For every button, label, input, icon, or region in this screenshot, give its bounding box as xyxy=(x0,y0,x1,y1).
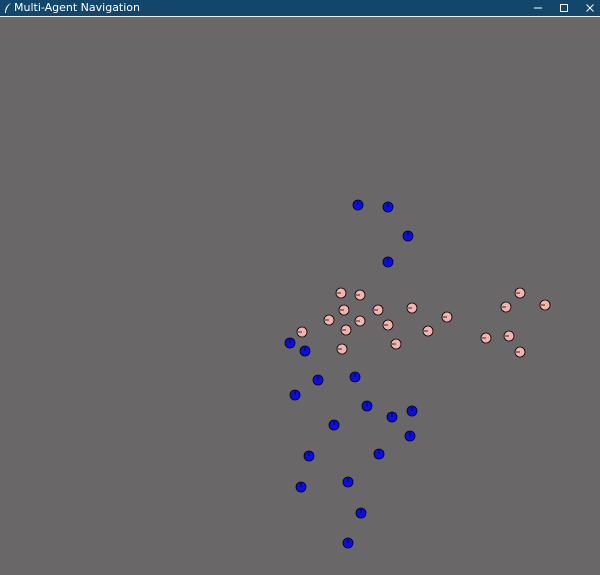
blue-agent xyxy=(406,405,418,417)
blue-agent xyxy=(361,400,373,412)
pink-agent xyxy=(514,287,526,299)
app-window: Multi-Agent Navigation xyxy=(0,0,600,575)
blue-agent xyxy=(289,389,301,401)
pink-agent xyxy=(514,346,526,358)
blue-agent xyxy=(303,450,315,462)
pink-agent xyxy=(539,299,551,311)
blue-agent xyxy=(355,507,367,519)
pink-agent xyxy=(338,304,350,316)
agent-field xyxy=(284,199,551,549)
blue-agent xyxy=(402,230,414,242)
blue-agent xyxy=(342,476,354,488)
pink-agent xyxy=(372,304,384,316)
pink-agent xyxy=(390,338,402,350)
close-icon xyxy=(585,3,595,13)
pink-agent xyxy=(480,332,492,344)
pink-agent xyxy=(382,319,394,331)
title-bar[interactable]: Multi-Agent Navigation xyxy=(0,0,600,16)
blue-agent xyxy=(352,199,364,211)
simulation-canvas[interactable] xyxy=(0,17,600,575)
blue-agent xyxy=(382,256,394,268)
pink-agent xyxy=(335,287,347,299)
blue-agent xyxy=(328,419,340,431)
close-button[interactable] xyxy=(576,0,600,16)
blue-agent xyxy=(299,345,311,357)
blue-agent xyxy=(373,448,385,460)
pink-agent xyxy=(441,311,453,323)
pink-agent xyxy=(503,330,515,342)
blue-agent xyxy=(349,371,361,383)
blue-agent xyxy=(342,537,354,549)
blue-agent xyxy=(382,201,394,213)
pink-agent xyxy=(323,314,335,326)
window-title: Multi-Agent Navigation xyxy=(14,1,141,14)
pink-agent xyxy=(422,325,434,337)
pink-agent xyxy=(296,326,308,338)
pink-agent xyxy=(500,301,512,313)
minimize-button[interactable] xyxy=(524,0,552,16)
pink-agent xyxy=(354,289,366,301)
blue-agent xyxy=(295,481,307,493)
minimize-icon xyxy=(533,3,543,13)
blue-agent xyxy=(404,430,416,442)
blue-agent xyxy=(312,374,324,386)
blue-agent xyxy=(386,411,398,423)
pink-agent xyxy=(406,302,418,314)
feather-icon xyxy=(3,2,13,14)
pink-agent xyxy=(340,324,352,336)
maximize-icon xyxy=(559,3,569,13)
maximize-button[interactable] xyxy=(550,0,578,16)
pink-agent xyxy=(336,343,348,355)
blue-agent xyxy=(284,337,296,349)
pink-agent xyxy=(354,315,366,327)
